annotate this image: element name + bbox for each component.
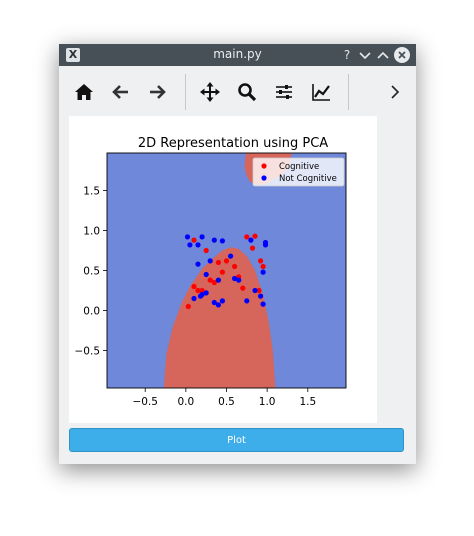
point-not-cognitive — [228, 253, 234, 259]
point-cognitive — [244, 234, 250, 240]
point-cognitive — [252, 233, 258, 239]
x-tick-label: −0.5 — [132, 396, 158, 408]
point-not-cognitive — [197, 293, 204, 299]
pca-scatter-chart: 2D Representation using PCA −0.5 0.0 0.5 1.… — [75, 136, 347, 408]
forward-button[interactable] — [144, 79, 170, 105]
point-not-cognitive — [191, 295, 197, 302]
point-not-cognitive — [252, 287, 258, 294]
pan-move-icon — [200, 82, 220, 102]
y-tick-label: 0.5 — [83, 266, 100, 278]
point-not-cognitive — [195, 261, 201, 267]
point-cognitive — [219, 269, 225, 275]
zoom-button[interactable] — [234, 79, 260, 105]
chevron-down-icon — [359, 52, 371, 60]
back-button[interactable] — [108, 79, 134, 105]
plot-button[interactable]: Plot — [69, 428, 404, 452]
legend-label-not-cognitive: Not Cognitive — [279, 174, 337, 184]
point-cognitive — [215, 259, 221, 266]
point-not-cognitive — [199, 234, 205, 240]
point-not-cognitive — [248, 237, 254, 243]
title-bar[interactable]: X main.py ? — [59, 44, 416, 66]
point-cognitive — [191, 237, 197, 243]
point-not-cognitive — [260, 269, 266, 275]
toolbar-overflow-button[interactable] — [382, 79, 408, 105]
toolbar-separator — [348, 74, 349, 110]
home-button[interactable] — [71, 79, 97, 105]
point-not-cognitive — [219, 298, 225, 304]
chevron-up-icon — [377, 51, 389, 59]
zoom-magnifier-icon — [238, 83, 257, 102]
point-not-cognitive — [207, 258, 213, 264]
point-cognitive — [185, 303, 191, 310]
point-cognitive — [223, 258, 230, 264]
legend-label-cognitive: Cognitive — [279, 162, 319, 172]
chart-title: 2D Representation using PCA — [138, 136, 328, 151]
navigation-toolbar — [59, 66, 416, 118]
help-button[interactable]: ? — [339, 46, 355, 64]
y-tick-label: 0.0 — [83, 305, 100, 317]
point-not-cognitive — [184, 234, 191, 240]
chevron-right-icon — [391, 85, 400, 99]
pan-button[interactable] — [197, 79, 223, 105]
back-arrow-icon — [112, 85, 128, 99]
forward-arrow-icon — [150, 85, 166, 99]
x-tick-label: 1.0 — [259, 396, 276, 408]
configure-subplots-button[interactable] — [271, 79, 297, 105]
legend-marker-not-cognitive — [261, 175, 267, 181]
configure-subplots-icon — [276, 85, 292, 99]
x-tick-label: 0.0 — [178, 396, 195, 408]
point-cognitive — [258, 258, 264, 264]
point-not-cognitive — [211, 237, 217, 243]
point-not-cognitive — [215, 277, 221, 283]
y-axis: −0.5 0.0 0.5 1.0 1.5 — [75, 186, 107, 357]
y-tick-label: 1.5 — [83, 186, 100, 198]
point-not-cognitive — [219, 238, 225, 244]
point-cognitive — [260, 263, 266, 270]
point-cognitive — [240, 285, 246, 291]
point-cognitive — [232, 263, 238, 270]
close-icon — [398, 51, 406, 59]
point-cognitive — [249, 245, 256, 251]
point-not-cognitive — [236, 277, 242, 283]
point-not-cognitive — [258, 293, 264, 299]
legend-marker-cognitive — [261, 163, 267, 169]
x-tick-label: 0.5 — [218, 396, 235, 408]
close-button[interactable] — [394, 47, 410, 63]
point-not-cognitive — [215, 302, 221, 308]
legend: Cognitive Not Cognitive — [252, 157, 345, 187]
point-not-cognitive — [203, 290, 209, 296]
y-tick-label: 1.0 — [83, 226, 100, 238]
plot-canvas[interactable]: 2D Representation using PCA −0.5 0.0 0.5 1.… — [69, 116, 377, 423]
point-not-cognitive — [187, 242, 193, 248]
minimize-button[interactable] — [357, 46, 373, 64]
point-cognitive — [203, 247, 209, 254]
point-not-cognitive — [260, 301, 266, 307]
home-icon — [75, 84, 93, 100]
edit-axis-button[interactable] — [308, 79, 334, 105]
maximize-button[interactable] — [375, 46, 391, 64]
point-not-cognitive — [244, 298, 250, 304]
edit-axis-icon — [312, 84, 330, 101]
x-tick-label: 1.5 — [299, 396, 316, 408]
point-not-cognitive — [262, 242, 269, 248]
toolbar-separator — [185, 74, 186, 110]
x-axis: −0.5 0.0 0.5 1.0 1.5 — [132, 388, 316, 408]
y-tick-label: −0.5 — [75, 345, 101, 357]
point-cognitive — [191, 283, 197, 290]
app-window: X main.py ? 2D Representation using PCA … — [59, 44, 416, 464]
plot-area — [106, 152, 347, 389]
point-not-cognitive — [203, 271, 209, 278]
point-not-cognitive — [195, 242, 201, 248]
